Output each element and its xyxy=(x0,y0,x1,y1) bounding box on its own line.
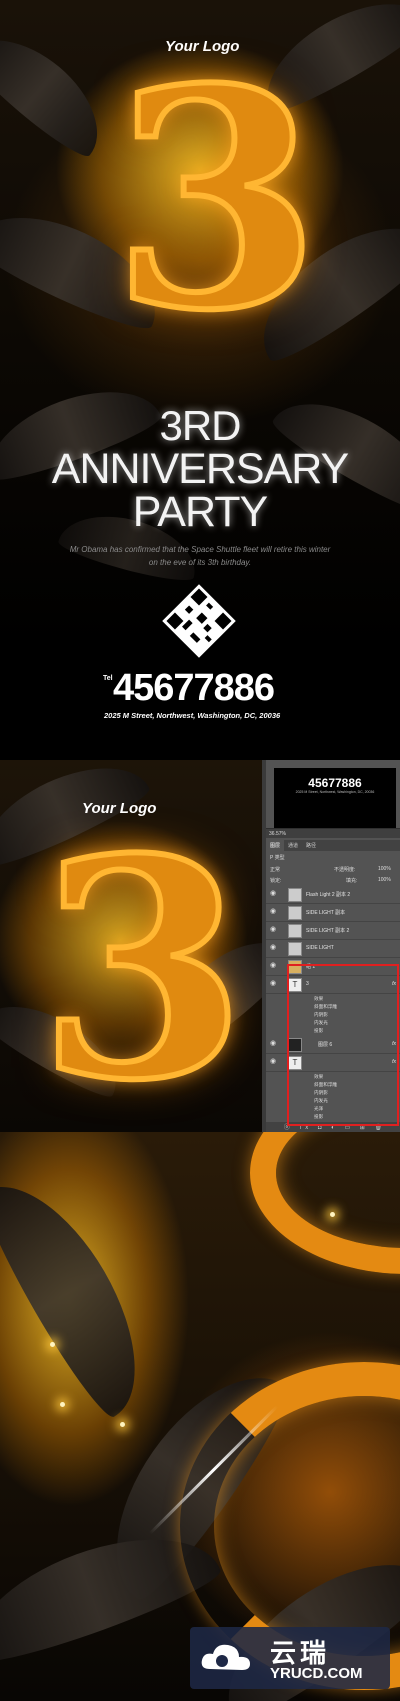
layer-thumbnail xyxy=(288,888,302,902)
layer-thumbnail xyxy=(288,906,302,920)
eye-icon[interactable]: ◉ xyxy=(270,962,277,969)
closeup-section xyxy=(0,1132,400,1701)
feather-shape xyxy=(0,15,121,165)
fill-value[interactable]: 100% xyxy=(378,877,391,883)
big-numeral-3: 3 xyxy=(109,23,324,376)
opacity-value[interactable]: 100% xyxy=(378,866,391,872)
tab-channels[interactable]: 通道 xyxy=(284,840,302,851)
eye-icon[interactable]: ◉ xyxy=(270,944,277,951)
fill-label: 填充: xyxy=(346,878,358,884)
tab-layers[interactable]: 图层 xyxy=(266,840,285,851)
layer-row[interactable]: ◉ SIDE LIGHT 副本 xyxy=(266,904,400,922)
sparkle xyxy=(120,1422,125,1427)
watermark: 云瑞 YRUCD.COM xyxy=(190,1627,390,1689)
sparkle xyxy=(60,1402,65,1407)
address: 2025 M Street, Northwest, Washington, DC… xyxy=(104,711,281,720)
numeral-3-closeup-top xyxy=(250,1132,400,1274)
layer-name: Flash Light 2 副本 2 xyxy=(306,892,351,898)
layer-thumbnail xyxy=(288,942,302,956)
watermark-en: YRUCD.COM xyxy=(270,1665,363,1682)
feather-shape xyxy=(0,1159,170,1425)
navigator-thumbnail: 45677886 2025 M Street, Northwest, Washi… xyxy=(274,768,396,828)
layer-row[interactable]: ◉ SIDE LIGHT xyxy=(266,940,400,958)
eye-icon[interactable]: ◉ xyxy=(270,908,277,915)
tel-label: Tel xyxy=(103,675,113,682)
eye-icon[interactable]: ◉ xyxy=(270,1058,277,1065)
eye-icon[interactable]: ◉ xyxy=(270,980,277,987)
cloud-icon xyxy=(201,1644,250,1670)
title-line-2: ANNIVERSARY xyxy=(51,445,349,493)
layer-row[interactable]: ◉ SIDE LIGHT 副本 2 xyxy=(266,922,400,940)
filter-kind[interactable]: P 类型 xyxy=(270,854,285,861)
highlight-box xyxy=(287,964,399,1126)
eye-icon[interactable]: ◉ xyxy=(270,926,277,933)
blend-mode-select[interactable]: 正常 xyxy=(270,866,280,873)
layer-row[interactable]: ◉ Flash Light 2 副本 2 xyxy=(266,886,400,904)
poster-section: Your Logo 3 3RD ANNIVERSARY PARTY Mr Oba… xyxy=(0,0,400,760)
title-line-3: PARTY xyxy=(132,488,268,536)
tel-number: 45677886 xyxy=(113,667,275,709)
zoom-value: 36.57% xyxy=(269,831,286,837)
description-line-1: Mr Obama has confirmed that the Space Sh… xyxy=(69,545,331,554)
layer-name: SIDE LIGHT xyxy=(306,945,334,951)
lock-label: 锁定: xyxy=(270,878,282,884)
thumbnail-tel: 45677886 xyxy=(308,776,362,790)
panel-tabs: 图层 通道 路径 xyxy=(266,840,400,851)
eye-icon[interactable]: ◉ xyxy=(270,1040,277,1047)
sparkle xyxy=(330,1212,335,1217)
title-line-1: 3RD xyxy=(159,402,241,449)
layer-thumbnail xyxy=(288,924,302,938)
qr-code xyxy=(162,584,236,658)
layer-name: SIDE LIGHT 副本 2 xyxy=(306,928,350,934)
thumbnail-address: 2025 M Street, Northwest, Washington, DC… xyxy=(295,790,375,794)
description-line-2: on the eve of its 3th birthday. xyxy=(148,558,252,567)
opacity-label: 不透明度: xyxy=(334,867,356,873)
sparkle xyxy=(50,1342,55,1347)
zoom-bar[interactable]: 36.57% xyxy=(266,828,400,838)
tab-paths[interactable]: 路径 xyxy=(302,840,320,851)
photoshop-preview-section: Your Logo 3 45677886 2025 M Street, Nort… xyxy=(0,760,400,1132)
eye-icon[interactable]: ◉ xyxy=(270,890,277,897)
big-numeral-3: 3 xyxy=(35,793,250,1133)
layer-name: SIDE LIGHT 副本 xyxy=(306,910,346,916)
